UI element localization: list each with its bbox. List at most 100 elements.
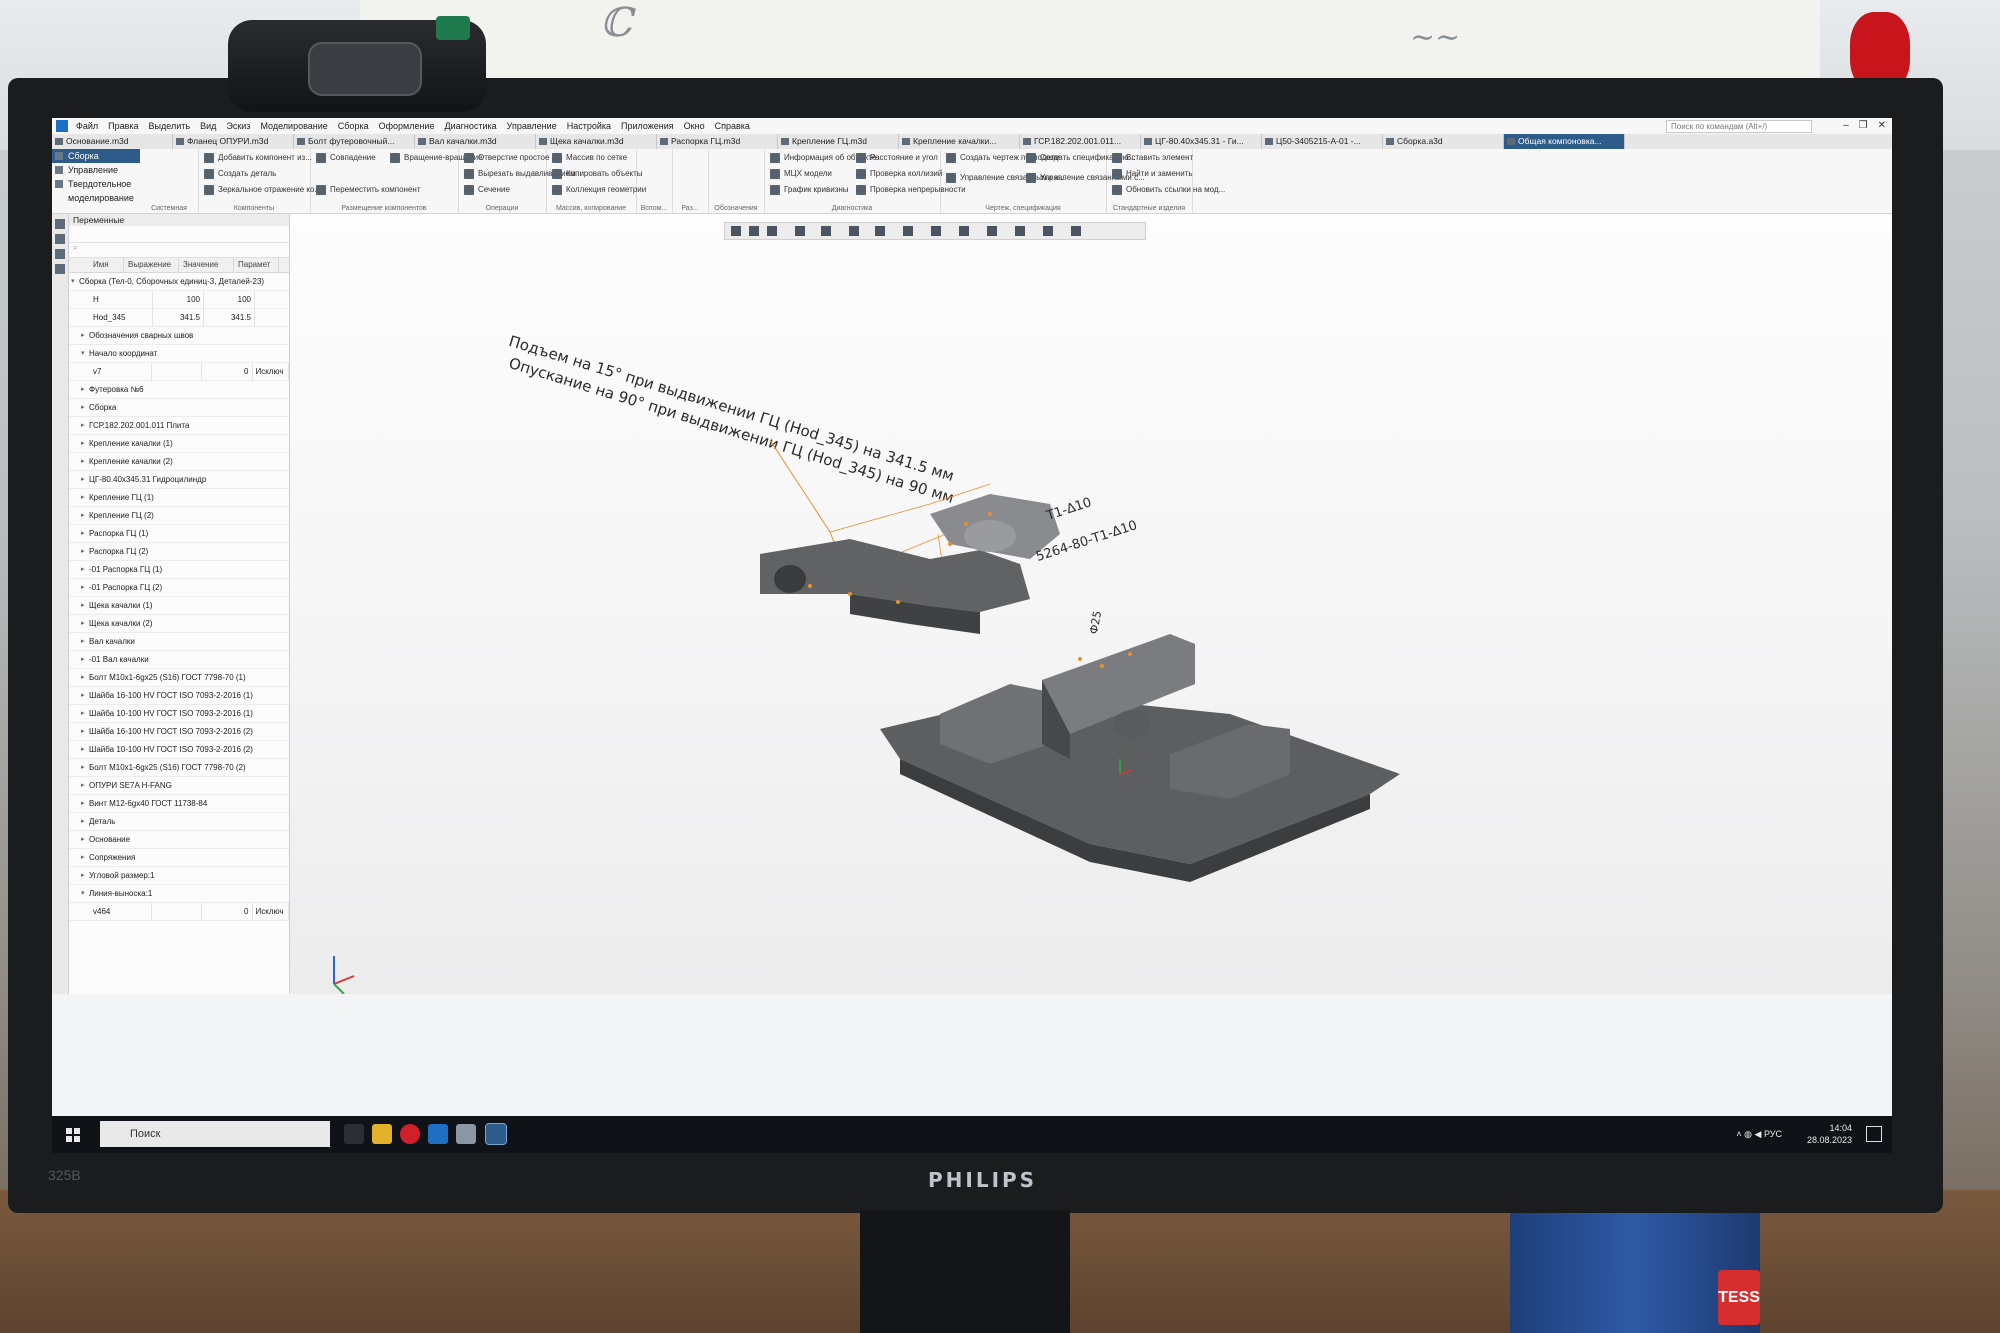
find-replace-button[interactable]: Найти и заменить (1112, 169, 1193, 179)
section-button[interactable]: Сечение (464, 185, 510, 195)
network-icon[interactable]: ◍ (1744, 1129, 1752, 1139)
menu-assembly[interactable]: Сборка (338, 121, 369, 131)
kompas-3d-icon[interactable] (485, 1123, 507, 1145)
var-expr[interactable]: 100 (153, 291, 204, 308)
app-icon[interactable] (456, 1124, 476, 1144)
outlook-icon[interactable] (428, 1124, 448, 1144)
panel-search-icon[interactable]: ⌕ (69, 243, 289, 258)
curvature-graph-button[interactable]: График кривизны (770, 185, 849, 195)
tab-val[interactable]: Вал качалки.m3d (415, 134, 536, 149)
col-name[interactable]: Имя (89, 258, 124, 272)
tree-item[interactable]: ▸ Шайба 10-100 HV ГОСТ ISO 7093-2-2016 (1… (69, 705, 289, 723)
menu-view[interactable]: Вид (200, 121, 216, 131)
tree-item[interactable]: ▾ Линия-выноска:1 (69, 885, 289, 903)
collision-check-button[interactable]: Проверка коллизий (856, 169, 942, 179)
expand-icon[interactable]: ▸ (81, 651, 85, 668)
notification-icon[interactable] (1866, 1126, 1882, 1142)
variable-row[interactable]: H 100 100 (69, 291, 289, 309)
expand-icon[interactable]: ▸ (81, 471, 85, 488)
restore-icon[interactable]: ❐ (1859, 120, 1868, 131)
tree-item[interactable]: ▾ Начало координат (69, 345, 289, 363)
volume-icon[interactable]: ◀ (1755, 1129, 1762, 1139)
expand-icon[interactable]: ▸ (81, 561, 85, 578)
tree-item[interactable]: ▸ Крепление ГЦ (2) (69, 507, 289, 525)
tree-item[interactable]: ▸ ЦГ-80.40х345.31 Гидроцилиндр (69, 471, 289, 489)
tree-item[interactable]: ▸ Болт М10х1-6gх25 (S16) ГОСТ 7798-70 (2) (69, 759, 289, 777)
tab-gsr[interactable]: ГСР.182.202.001.011... (1020, 134, 1141, 149)
menu-file[interactable]: Файл (76, 121, 98, 131)
expand-icon[interactable]: ▸ (81, 813, 85, 830)
file-explorer-icon[interactable] (372, 1124, 392, 1144)
tree-item[interactable]: ▸ -01 Распорка ГЦ (1) (69, 561, 289, 579)
tree-item[interactable]: ▸ ОПУРИ SE7A H-FANG (69, 777, 289, 795)
expand-icon[interactable]: ▸ (81, 435, 85, 452)
expand-icon[interactable]: ▸ (81, 453, 85, 470)
tree-item[interactable]: ▸ Сопряжения (69, 849, 289, 867)
tree-item[interactable]: ▸ Распорка ГЦ (1) (69, 525, 289, 543)
menu-help[interactable]: Справка (715, 121, 750, 131)
tree-item[interactable]: ▸ ГСР.182.202.001.011 Плита (69, 417, 289, 435)
expand-icon[interactable]: ▸ (81, 417, 85, 434)
expand-icon[interactable]: ▸ (81, 867, 85, 884)
expand-icon[interactable]: ▸ (81, 597, 85, 614)
tab-osnovanie[interactable]: Основание.m3d (52, 134, 173, 149)
update-links-button[interactable]: Обновить ссылки на мод... (1112, 185, 1225, 195)
mode-solid-modeling[interactable]: Твердотельное моделирование (52, 177, 140, 203)
expand-icon[interactable]: ▸ (81, 615, 85, 632)
tree-item[interactable]: ▸ -01 Вал качалки (69, 651, 289, 669)
tree-item[interactable]: ▸ Распорка ГЦ (2) (69, 543, 289, 561)
menu-edit[interactable]: Правка (108, 121, 138, 131)
expand-icon[interactable]: ▾ (81, 345, 85, 362)
tree-root[interactable]: ▾ Сборка (Тел-0, Сборочных единиц-3, Дет… (69, 273, 289, 291)
mode-assembly[interactable]: Сборка (52, 149, 140, 163)
menu-manage[interactable]: Управление (507, 121, 557, 131)
expand-icon[interactable]: ▸ (81, 399, 85, 416)
expand-icon[interactable]: ▸ (81, 759, 85, 776)
tree-item[interactable]: ▸ Футеровка №6 (69, 381, 289, 399)
assembly-model[interactable] (290, 214, 1892, 994)
expand-icon[interactable]: ▾ (71, 273, 75, 290)
windows-start-icon[interactable] (66, 1128, 80, 1142)
geometry-collection-button[interactable]: Коллекция геометрии (552, 185, 646, 195)
expand-icon[interactable]: ▸ (81, 489, 85, 506)
tree-item[interactable]: ▸ Шайба 10-100 HV ГОСТ ISO 7093-2-2016 (2… (69, 741, 289, 759)
simple-hole-button[interactable]: Отверстие простое (464, 153, 549, 163)
tab-kreplenie-gc[interactable]: Крепление ГЦ.m3d (778, 134, 899, 149)
tree-item[interactable]: ▸ Деталь (69, 813, 289, 831)
expand-icon[interactable]: ▸ (81, 831, 85, 848)
taskbar-search-input[interactable]: Поиск (100, 1121, 330, 1147)
expand-icon[interactable]: ▸ (81, 543, 85, 560)
copy-objects-button[interactable]: Копировать объекты (552, 169, 643, 179)
menu-apps[interactable]: Приложения (621, 121, 674, 131)
var-expr[interactable] (152, 903, 203, 920)
col-value[interactable]: Значение (179, 258, 234, 272)
close-icon[interactable]: ✕ (1878, 120, 1886, 131)
add-component-button[interactable]: Добавить компонент из... (204, 153, 312, 163)
expand-icon[interactable]: ▸ (81, 777, 85, 794)
expand-icon[interactable]: ▸ (81, 381, 85, 398)
expand-icon[interactable]: ▸ (81, 579, 85, 596)
menu-diagnostics[interactable]: Диагностика (444, 121, 496, 131)
expand-icon[interactable]: ▸ (81, 795, 85, 812)
menu-sketch[interactable]: Эскиз (226, 121, 250, 131)
col-param[interactable]: Парамет (234, 258, 279, 272)
menu-modeling[interactable]: Моделирование (260, 121, 327, 131)
command-search-input[interactable]: Поиск по командам (Alt+/) (1666, 120, 1812, 133)
tree-item[interactable]: ▸ Обозначения сварных швов (69, 327, 289, 345)
var-expr[interactable] (152, 363, 203, 380)
distance-angle-button[interactable]: Расстояние и угол (856, 153, 938, 163)
tab-bolt[interactable]: Болт футеровочный... (294, 134, 415, 149)
expand-icon[interactable]: ▸ (81, 669, 85, 686)
variable-row[interactable]: v464 0 Исключ (69, 903, 289, 921)
grid-array-button[interactable]: Массив по сетке (552, 153, 627, 163)
tree-item[interactable]: ▸ Крепление ГЦ (1) (69, 489, 289, 507)
tree-item[interactable]: ▸ Щека качалки (2) (69, 615, 289, 633)
tree-item[interactable]: ▸ -01 Распорка ГЦ (2) (69, 579, 289, 597)
3d-viewport[interactable]: Подъем на 15° при выдвижении ГЦ (Hod_345… (290, 214, 1892, 994)
move-component-button[interactable]: Переместить компонент (316, 185, 421, 195)
tab-obschaya-komponovka[interactable]: Общая компоновка... (1504, 134, 1625, 149)
list-icon[interactable] (55, 264, 65, 274)
menu-design[interactable]: Оформление (379, 121, 435, 131)
expand-icon[interactable]: ▸ (81, 705, 85, 722)
tab-sborka[interactable]: Сборка.a3d (1383, 134, 1504, 149)
